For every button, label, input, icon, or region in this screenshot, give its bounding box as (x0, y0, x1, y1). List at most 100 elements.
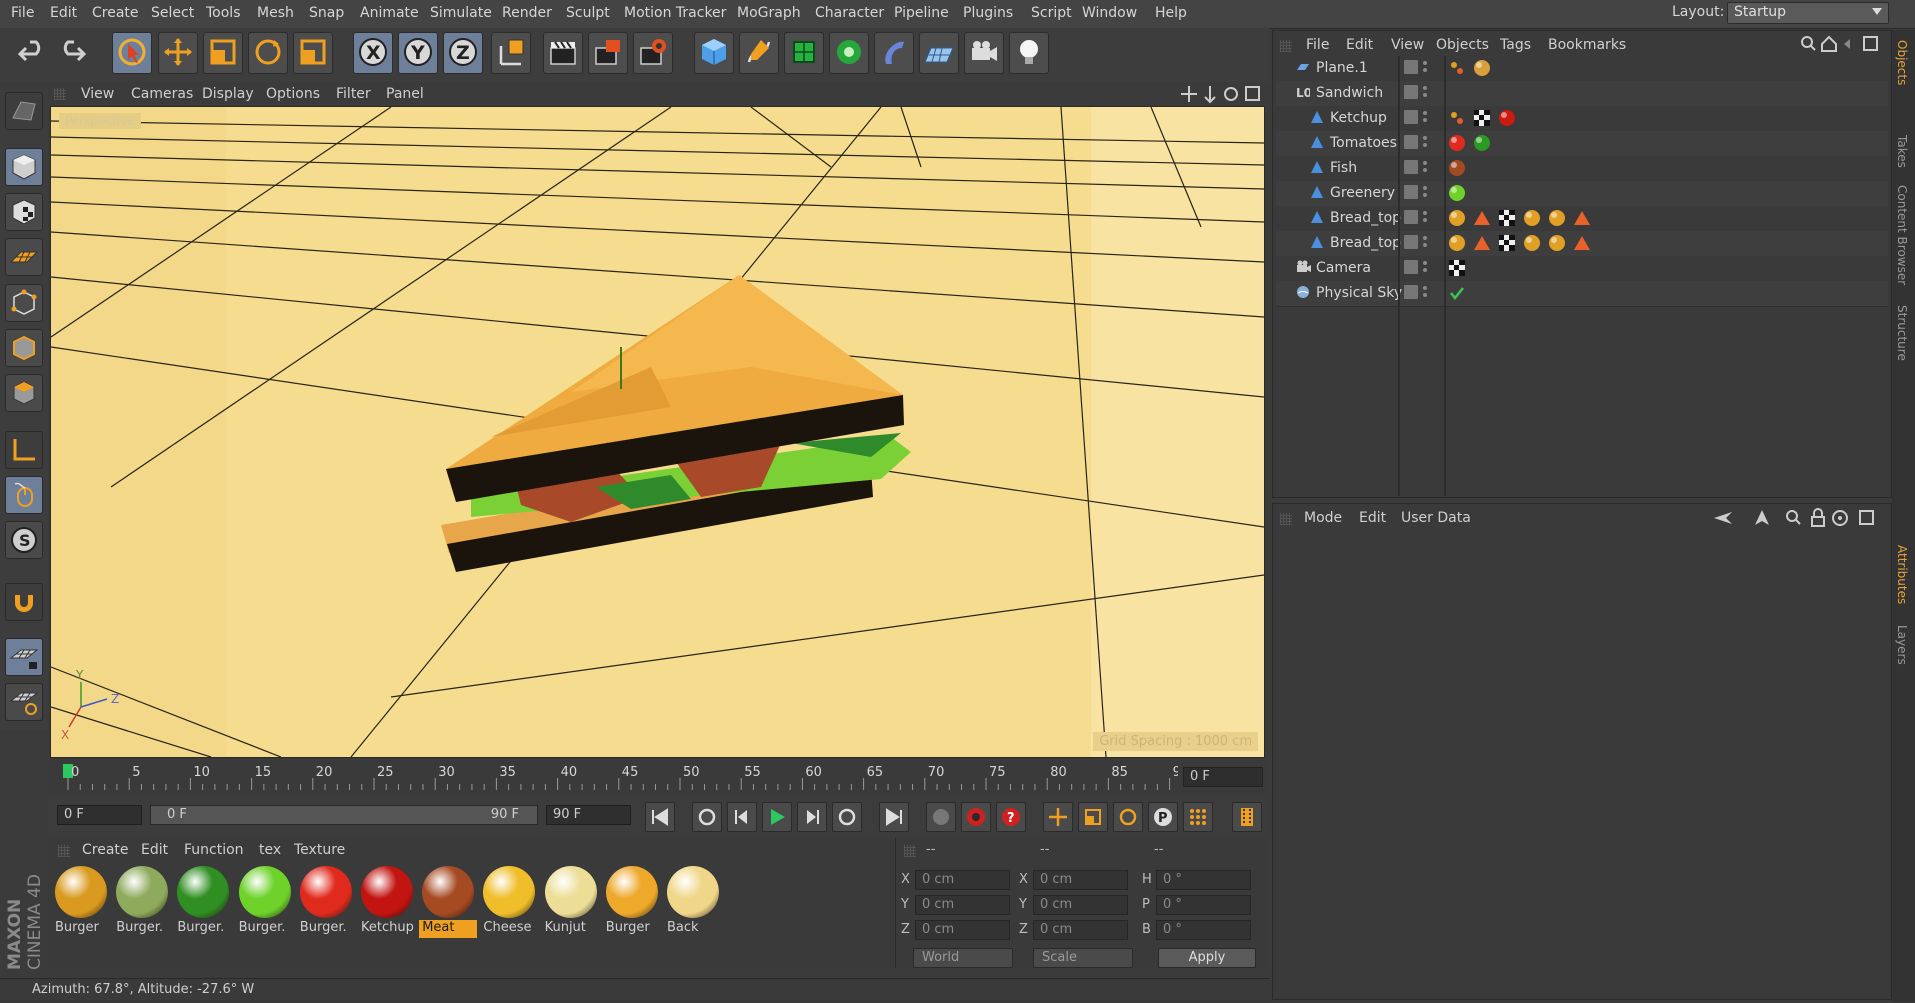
key-point-level-button[interactable] (1183, 802, 1213, 832)
menu-script[interactable]: Script (1031, 5, 1072, 21)
move-tool-button[interactable] (158, 32, 198, 74)
search-icon[interactable] (1801, 36, 1816, 51)
viewport-menu-view[interactable]: View (81, 86, 114, 102)
render-view-button[interactable] (543, 32, 583, 74)
menu-sculpt[interactable]: Sculpt (566, 5, 610, 21)
editor-render-visibility-icon[interactable] (1422, 235, 1428, 249)
layer-visibility-icon[interactable] (1404, 285, 1418, 299)
rotate-tool-button[interactable] (248, 32, 288, 74)
key-parameter-button[interactable]: P (1148, 802, 1178, 832)
preview-range-slider[interactable]: 0 F 90 F (150, 805, 538, 825)
timeline-ruler[interactable]: 0 5 10 15 20 25 30 35 40 45 50 55 60 65 70 75 80 85 90 (48, 758, 1266, 796)
search-icon[interactable] (1786, 510, 1801, 525)
material-swatch[interactable]: Cheese (480, 866, 538, 940)
lock-x-axis-button[interactable]: X (353, 32, 393, 74)
material-tag-icon[interactable] (1548, 234, 1566, 252)
checkmark-icon[interactable] (1448, 284, 1466, 302)
pos-z-field[interactable]: 0 cm (915, 920, 1010, 940)
material-tag-icon[interactable] (1498, 109, 1516, 127)
apply-button[interactable]: Apply (1158, 948, 1256, 968)
object-name[interactable]: Greenery (1330, 185, 1395, 201)
menu-mograph[interactable]: MoGraph (737, 5, 801, 21)
editor-render-visibility-icon[interactable] (1422, 185, 1428, 199)
menu-create[interactable]: Create (92, 5, 139, 21)
viewport-menu-cameras[interactable]: Cameras (131, 86, 193, 102)
tab-content-browser[interactable]: Content Browser (1895, 185, 1909, 285)
object-name[interactable]: Fish (1330, 160, 1357, 176)
editor-render-visibility-icon[interactable] (1422, 60, 1428, 74)
editor-render-visibility-icon[interactable] (1422, 135, 1428, 149)
pan-icon[interactable] (1181, 86, 1197, 102)
go-to-next-key-button[interactable] (832, 802, 862, 832)
panel-grip-icon[interactable] (58, 845, 70, 857)
viewport-menu-filter[interactable]: Filter (336, 86, 371, 102)
obj-menu-view[interactable]: View (1391, 37, 1424, 53)
layer-visibility-icon[interactable] (1404, 110, 1418, 124)
min-time-field[interactable]: 0 F (57, 805, 142, 825)
key-position-button[interactable] (1043, 802, 1073, 832)
maximize-icon[interactable] (1245, 86, 1260, 101)
edges-mode-button[interactable] (5, 329, 43, 367)
attr-menu-user-data[interactable]: User Data (1401, 510, 1471, 526)
play-forward-button[interactable] (762, 802, 792, 832)
material-menu-function[interactable]: Function (184, 842, 244, 858)
object-name[interactable]: Sandwich (1316, 85, 1383, 101)
material-tag-icon[interactable] (1448, 209, 1466, 227)
size-y-field[interactable]: 0 cm (1033, 895, 1128, 915)
rot-b-field[interactable]: 0 ° (1156, 920, 1251, 940)
object-row[interactable]: Greenery (1276, 181, 1888, 207)
material-swatch[interactable]: Ketchup (358, 866, 416, 940)
phong-tag-icon[interactable] (1473, 209, 1491, 227)
go-to-start-button[interactable] (645, 802, 675, 832)
material-tag-icon[interactable] (1448, 184, 1466, 202)
max-time-field[interactable]: 90 F (546, 805, 631, 825)
vertex-map-tag-icon[interactable] (1448, 59, 1466, 77)
workplane-mode-button[interactable] (5, 238, 43, 276)
material-menu-tex[interactable]: tex (259, 842, 281, 858)
new-view-icon[interactable] (1859, 510, 1874, 525)
pos-x-field[interactable]: 0 cm (915, 870, 1010, 890)
material-tag-icon[interactable] (1473, 134, 1491, 152)
axis-mode-button[interactable] (5, 431, 43, 469)
viewport-menu-display[interactable]: Display (202, 86, 254, 102)
menu-plugins[interactable]: Plugins (963, 5, 1013, 21)
new-view-icon[interactable] (1863, 36, 1878, 51)
tab-takes[interactable]: Takes (1895, 135, 1909, 168)
menu-animate[interactable]: Animate (360, 5, 419, 21)
add-light-button[interactable] (1009, 32, 1049, 74)
editor-render-visibility-icon[interactable] (1422, 85, 1428, 99)
layer-visibility-icon[interactable] (1404, 185, 1418, 199)
live-selection-button[interactable] (112, 32, 152, 74)
texture-tag-icon[interactable] (1473, 109, 1491, 127)
object-row[interactable]: Bread_top (1276, 231, 1888, 257)
arrow-up-icon[interactable] (1755, 510, 1769, 525)
phong-tag-icon[interactable] (1473, 234, 1491, 252)
material-menu-texture[interactable]: Texture (294, 842, 345, 858)
material-tag-icon[interactable] (1448, 134, 1466, 152)
lock-z-axis-button[interactable]: Z (443, 32, 483, 74)
menu-file[interactable]: File (11, 5, 34, 21)
render-settings-button[interactable] (633, 32, 673, 74)
obj-menu-tags[interactable]: Tags (1500, 37, 1531, 53)
next-frame-button[interactable] (797, 802, 827, 832)
menu-help[interactable]: Help (1155, 5, 1187, 21)
viewport-menu-options[interactable]: Options (266, 86, 320, 102)
menu-select[interactable]: Select (151, 5, 194, 21)
object-row[interactable]: Plane.1 (1276, 56, 1888, 82)
workplane-lock-button[interactable] (5, 638, 43, 676)
object-name[interactable]: Bread_top (1330, 210, 1401, 226)
add-subdivision-button[interactable] (784, 32, 824, 74)
material-swatch[interactable]: Kunjut (542, 866, 600, 940)
layer-visibility-icon[interactable] (1404, 135, 1418, 149)
menu-snap[interactable]: Snap (309, 5, 344, 21)
panel-grip-icon[interactable] (54, 88, 66, 100)
coordinate-space-dropdown[interactable]: World (913, 948, 1013, 968)
rot-h-field[interactable]: 0 ° (1156, 870, 1251, 890)
orbit-icon[interactable] (1224, 87, 1238, 101)
key-rotation-button[interactable] (1113, 802, 1143, 832)
material-tag-icon[interactable] (1548, 209, 1566, 227)
material-swatch[interactable]: Meat (419, 866, 478, 940)
dolly-icon[interactable] (1204, 86, 1216, 104)
material-swatch[interactable]: Burger (52, 866, 110, 940)
layer-visibility-icon[interactable] (1404, 85, 1418, 99)
